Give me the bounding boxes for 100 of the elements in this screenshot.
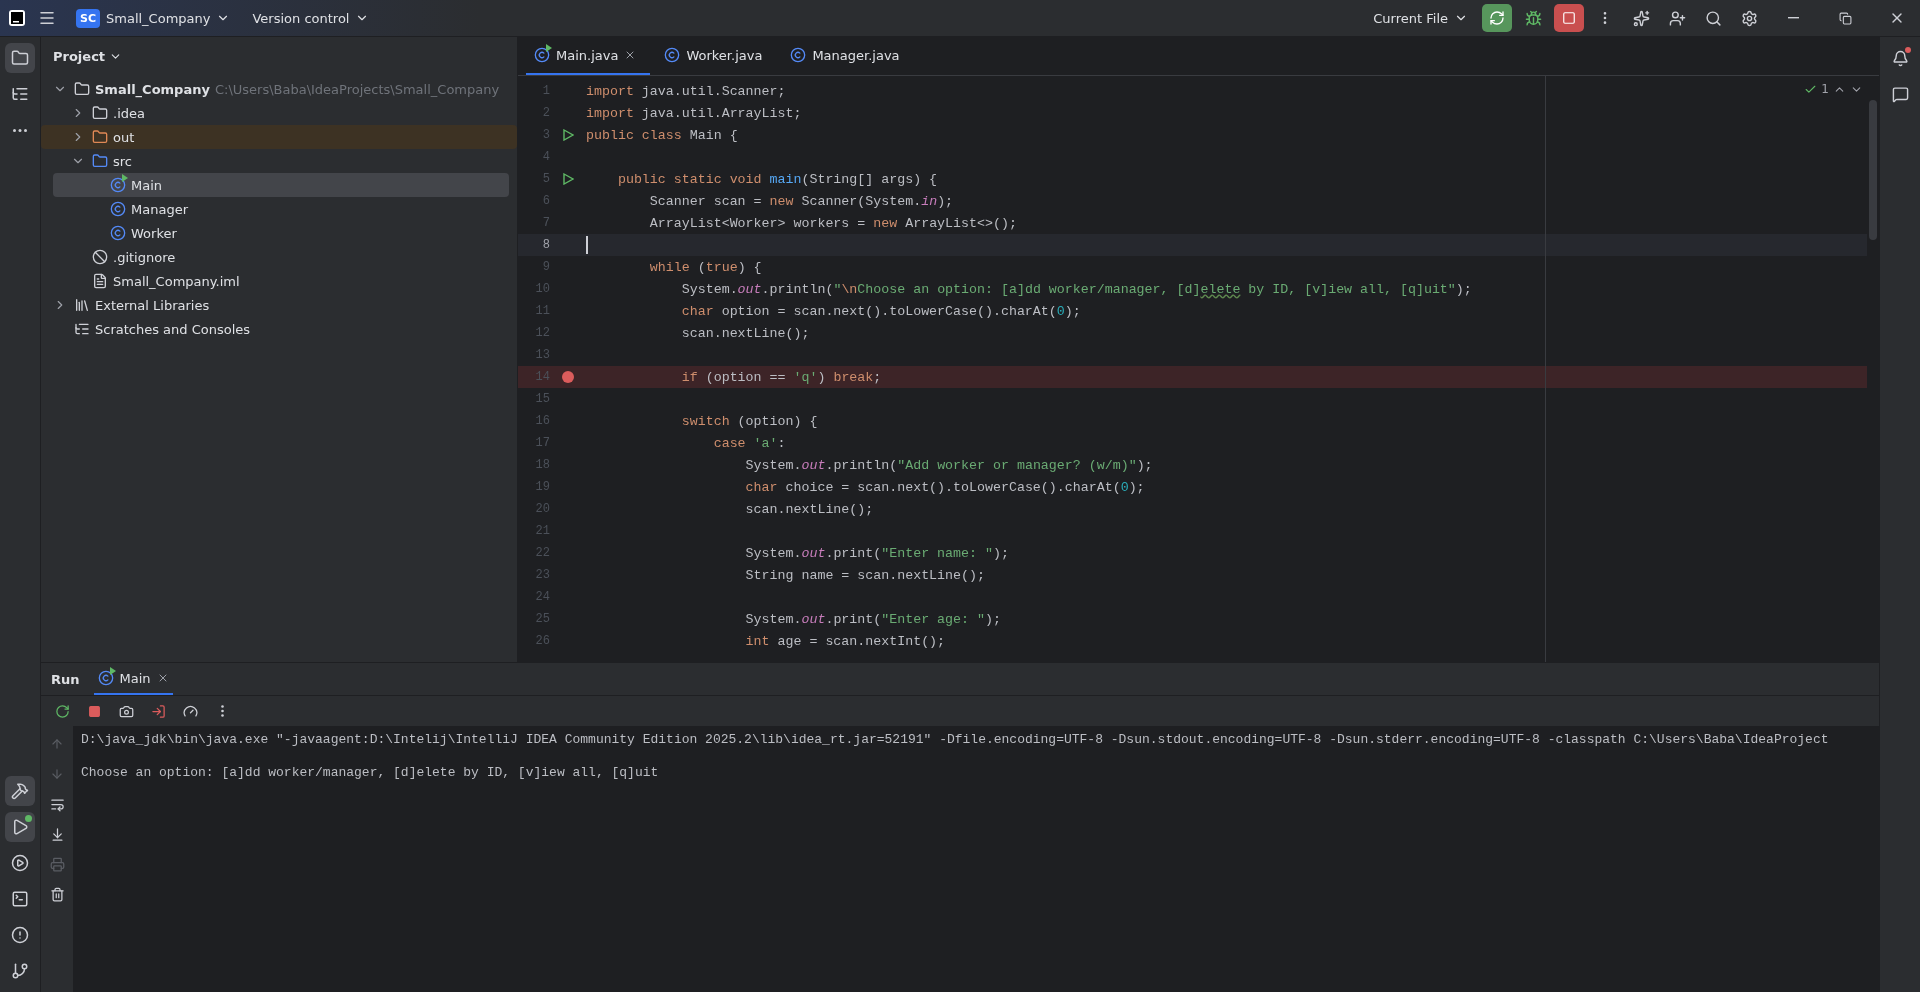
tree-item[interactable]: Main <box>53 173 509 197</box>
tree-item[interactable]: src <box>53 149 509 173</box>
tree-item[interactable]: Scratches and Consoles <box>53 317 509 341</box>
rerun-button[interactable] <box>1482 4 1512 32</box>
text-caret <box>586 236 588 254</box>
tree-item-label: Manager <box>131 201 188 217</box>
exit-icon <box>150 703 166 719</box>
tree-item-label: External Libraries <box>95 297 210 313</box>
class-run-icon <box>97 670 114 686</box>
status-dot-icon <box>25 815 32 822</box>
printer-icon <box>49 856 65 872</box>
minimize-icon <box>1787 17 1799 19</box>
project-selector[interactable]: SC Small_Company <box>68 4 239 32</box>
class-icon <box>664 47 681 63</box>
code-line: scan.nextLine(); <box>680 325 810 341</box>
tree-item[interactable]: .gitignore <box>53 245 509 269</box>
class-icon <box>110 225 126 241</box>
panel-title-label: Project <box>53 48 106 64</box>
class-run-icon <box>110 177 126 193</box>
tree-item[interactable]: Worker <box>53 221 509 245</box>
terminal-icon <box>11 890 29 908</box>
rerun-icon <box>1489 10 1505 26</box>
tree-item-label: Worker <box>131 225 177 241</box>
search-icon <box>1704 9 1722 27</box>
code-line: char option = scan.next().toLowerCase().charAt(0); <box>680 303 1081 319</box>
run-gutter-icon[interactable] <box>562 129 574 141</box>
bug-icon <box>1524 9 1542 27</box>
breakpoint-icon[interactable] <box>562 371 574 383</box>
run-tool-button[interactable] <box>5 812 35 842</box>
editor-tab[interactable]: Worker.java <box>656 37 777 75</box>
chat-icon <box>1891 85 1909 103</box>
inspection-count: 1 <box>1821 82 1829 96</box>
folder-icon <box>11 49 29 67</box>
bell-icon <box>1891 49 1909 67</box>
code-line: System.out.println("\nChoose an option: [a]dd worker/manager, [d]elete by ID, [v]iew all, [q]uit"); <box>680 281 1472 297</box>
settings-icon <box>1740 9 1758 27</box>
add-user-icon <box>1668 9 1686 27</box>
build-tool-button[interactable] <box>5 776 35 806</box>
services-icon <box>11 854 29 872</box>
editor-tab[interactable]: Main.java <box>526 37 651 75</box>
vcs-selector[interactable]: Version control <box>244 6 378 30</box>
editor-tab[interactable]: Manager.java <box>782 37 914 75</box>
project-badge: SC <box>76 8 100 28</box>
folder-icon <box>92 153 108 169</box>
tab-label: Worker.java <box>686 47 763 63</box>
structure-icon <box>11 85 29 103</box>
path-hint: C:\Users\Baba\IdeaProjects\Small_Company <box>214 81 500 97</box>
code-line: while (true) { <box>648 259 762 275</box>
code-line: String name = scan.nextLine(); <box>744 567 985 583</box>
trash-icon <box>49 886 65 902</box>
rerun-icon <box>54 703 70 719</box>
tree-item[interactable]: Manager <box>53 197 509 221</box>
project-name: Small_Company <box>106 10 211 26</box>
code-line: System.out.println("Add worker or manager? (w/m)"); <box>744 457 1153 473</box>
tree-item[interactable]: .idea <box>53 101 509 125</box>
code-line: if (option == 'q') break; <box>680 369 882 385</box>
tree-item-label: Scratches and Consoles <box>95 321 251 337</box>
class-icon <box>790 47 807 63</box>
ignore-file-icon <box>92 249 108 265</box>
more-icon <box>220 705 224 717</box>
code-line: int age = scan.nextInt(); <box>744 633 946 649</box>
restore-icon <box>1838 11 1852 25</box>
project-tool-button[interactable] <box>5 43 35 73</box>
run-gutter-icon[interactable] <box>562 173 574 185</box>
camera-icon <box>118 703 134 719</box>
tree-item-label: Small_Company <box>95 81 210 97</box>
tree-item-label: out <box>113 129 135 145</box>
badge-dot-icon <box>1905 47 1911 53</box>
code-line: switch (option) { <box>680 413 818 429</box>
code-line: char choice = scan.next().toLowerCase().charAt(0); <box>744 479 1145 495</box>
scratches-icon <box>74 321 90 337</box>
menu-icon <box>38 9 56 27</box>
vcs-label: Version control <box>252 10 350 26</box>
run-config-label: Current File <box>1373 10 1448 26</box>
panel-title: Run <box>51 671 80 687</box>
wrap-icon <box>49 796 65 812</box>
module-folder-icon <box>74 81 90 97</box>
panel-title[interactable]: Project <box>53 41 509 71</box>
tree-item-label: Main <box>131 177 163 193</box>
inspection-widget[interactable]: 1 <box>1804 82 1863 96</box>
tree-item[interactable]: Small_Company.iml <box>53 269 509 293</box>
app-logo-icon[interactable] <box>8 9 26 27</box>
folder-icon <box>92 129 108 145</box>
run-tab[interactable]: Main <box>93 663 173 695</box>
file-icon <box>92 273 108 289</box>
scrollbar-thumb[interactable] <box>1869 100 1877 240</box>
run-config-selector[interactable]: Current File <box>1365 6 1476 30</box>
code-line: ArrayList<Worker> workers = new ArrayList<>(); <box>648 215 1017 231</box>
code-line: System.out.print("Enter name: "); <box>744 545 1009 561</box>
tree-item-label: .idea <box>113 105 145 121</box>
class-icon <box>110 201 126 217</box>
stop-button[interactable] <box>1554 4 1584 32</box>
more-icon <box>13 128 27 132</box>
tree-item[interactable]: External Libraries <box>53 293 509 317</box>
code-line: scan.nextLine(); <box>744 501 874 517</box>
tree-item[interactable]: out <box>41 125 517 149</box>
tree-item[interactable]: Small_Company C:\Users\Baba\IdeaProjects\Small_Company <box>53 77 509 101</box>
gauge-icon <box>182 703 198 719</box>
arrow-down-icon <box>50 767 64 781</box>
branch-icon <box>11 962 29 980</box>
